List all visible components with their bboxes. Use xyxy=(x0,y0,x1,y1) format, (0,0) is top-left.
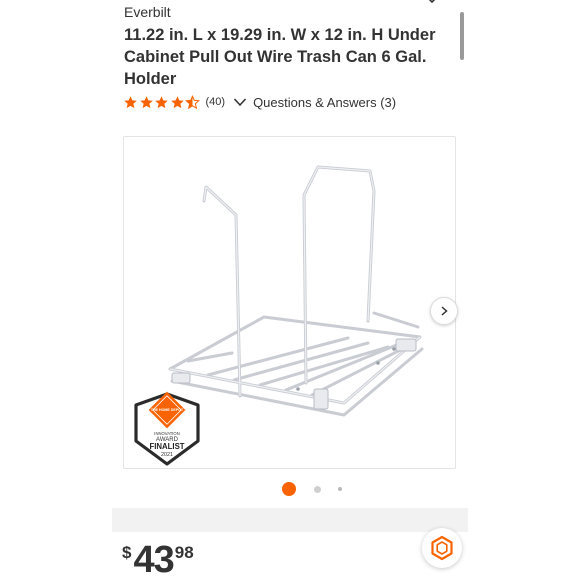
price-dollars: 43 xyxy=(133,539,174,580)
image-pagination[interactable] xyxy=(282,481,342,497)
half-star-icon xyxy=(185,94,200,109)
hexagon-icon xyxy=(431,535,453,561)
star-icon xyxy=(139,95,153,108)
star-icon xyxy=(124,95,137,108)
star-icon xyxy=(170,95,184,108)
badge-line-3: FINALIST xyxy=(149,442,184,451)
chevron-down-icon[interactable] xyxy=(233,97,247,107)
questions-answers-link[interactable]: Questions & Answers (3) xyxy=(253,95,396,110)
product-page: Everbilt 11.22 in. L x 19.29 in. W x 12 … xyxy=(112,0,468,580)
scrollbar[interactable] xyxy=(460,12,464,60)
pro-rewards-button[interactable] xyxy=(422,528,462,568)
star-icon xyxy=(155,95,168,108)
brand-name[interactable]: Everbilt xyxy=(124,4,171,20)
pagination-dot[interactable] xyxy=(338,487,342,491)
price-currency: $ xyxy=(122,543,132,562)
chevron-right-icon xyxy=(441,306,448,316)
badge-year: 2021 xyxy=(161,452,173,458)
section-divider xyxy=(112,508,468,532)
product-title: 11.22 in. L x 19.29 in. W x 12 in. H Und… xyxy=(124,26,436,88)
home-depot-logo-text: THE HOME DEPOT xyxy=(151,408,184,412)
review-count[interactable]: (40) xyxy=(206,96,226,108)
product-price: $ 43 98 xyxy=(122,540,194,580)
product-image[interactable] xyxy=(148,151,438,421)
product-image-gallery[interactable]: THE HOME DEPOT INNOVATION AWARD FINALIST… xyxy=(123,136,458,469)
pagination-dot[interactable] xyxy=(314,485,321,493)
star-rating[interactable] xyxy=(123,94,201,110)
next-image-button[interactable] xyxy=(430,297,458,325)
chevron-down-icon[interactable] xyxy=(424,0,440,8)
price-cents: 98 xyxy=(174,543,194,562)
rating-row[interactable]: (40) Questions & Answers (3) xyxy=(123,93,396,111)
pagination-dot-active[interactable] xyxy=(282,482,296,496)
badge-line-1: INNOVATION xyxy=(154,431,179,436)
innovation-award-badge: THE HOME DEPOT INNOVATION AWARD FINALIST… xyxy=(134,391,200,466)
